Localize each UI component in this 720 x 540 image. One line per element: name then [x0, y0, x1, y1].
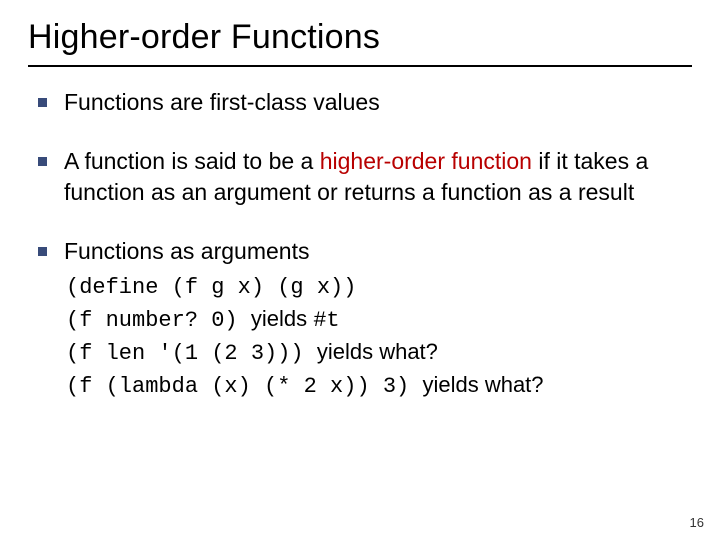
bullet-text: Functions as arguments [64, 238, 309, 264]
code-block: (define (f g x) (g x)) (f number? 0) yie… [64, 271, 692, 402]
code-text: #t [313, 308, 339, 333]
code-line: (f number? 0) yields #t [66, 304, 692, 337]
result-label: yields [251, 306, 313, 331]
code-text: (f len '(1 (2 3))) [66, 341, 317, 366]
title-underline [28, 65, 692, 67]
slide: Higher-order Functions Functions are fir… [0, 0, 720, 540]
page-number: 16 [690, 515, 704, 530]
bullet-item: Functions are first-class values [34, 87, 692, 118]
bullet-item: Functions as arguments (define (f g x) (… [34, 236, 692, 402]
bullet-text-pre: A function is said to be a [64, 148, 320, 174]
bullet-text: Functions are first-class values [64, 89, 380, 115]
result-label: yields what? [317, 339, 438, 364]
code-line: (f len '(1 (2 3))) yields what? [66, 337, 692, 370]
code-text: (f number? 0) [66, 308, 251, 333]
highlight-term: higher-order function [320, 148, 532, 174]
code-text: (define (f g x) (g x)) [66, 275, 356, 300]
code-line: (define (f g x) (g x)) [66, 271, 692, 304]
result-label: yields what? [422, 372, 543, 397]
code-text: (f (lambda (x) (* 2 x)) 3) [66, 374, 422, 399]
code-line: (f (lambda (x) (* 2 x)) 3) yields what? [66, 370, 692, 403]
slide-title: Higher-order Functions [28, 18, 692, 57]
bullet-list: Functions are first-class values A funct… [28, 87, 692, 402]
bullet-item: A function is said to be a higher-order … [34, 146, 692, 208]
